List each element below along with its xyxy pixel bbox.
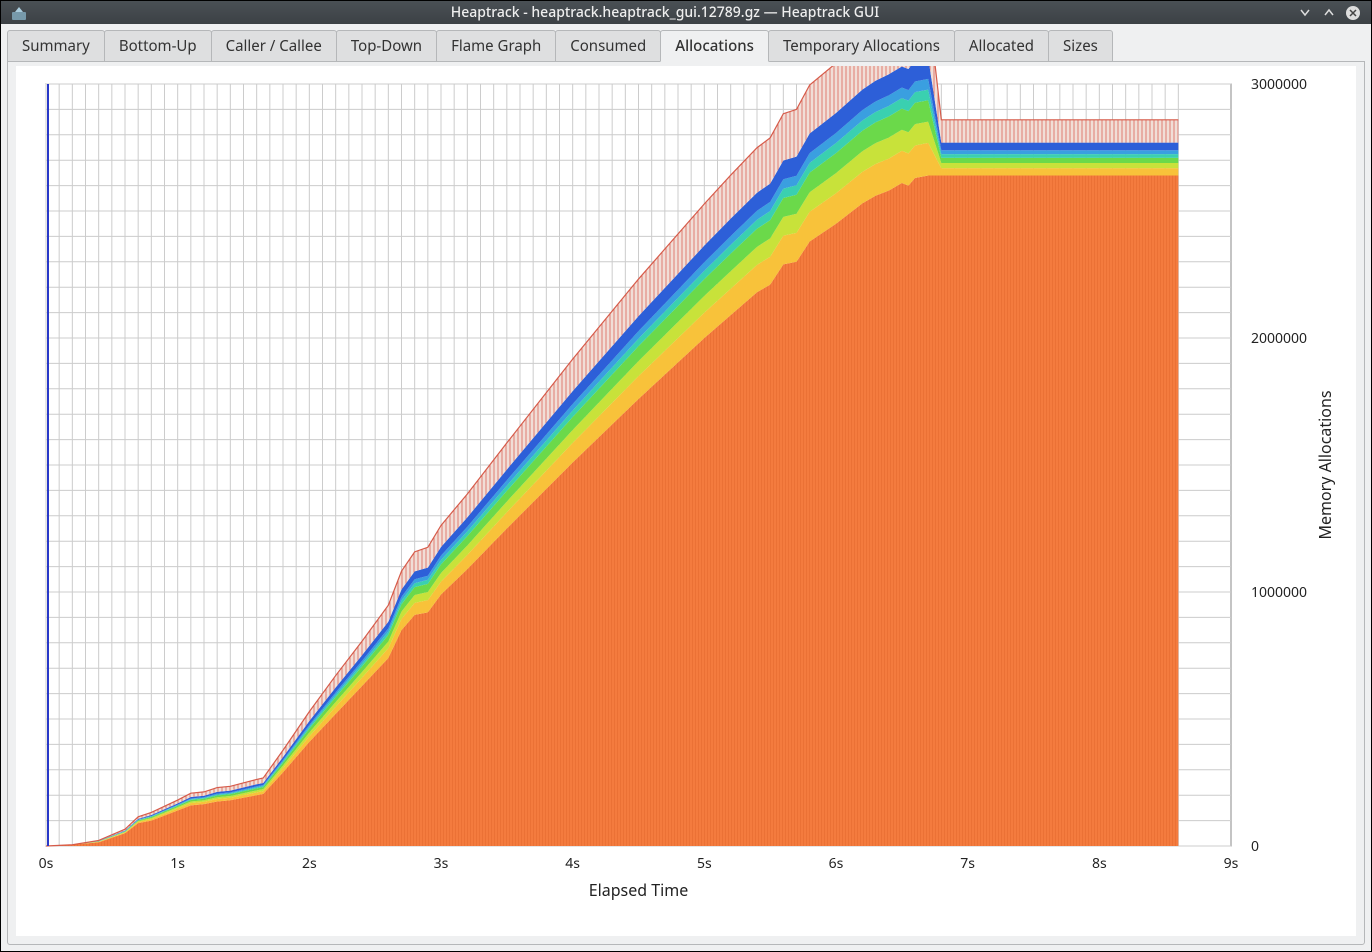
svg-text:5s: 5s bbox=[697, 854, 712, 873]
chart-pane[interactable]: 0s 1s 2s 3s 4s 5s 6s 7s 8s 9s 0 1000000 2000000 30000… bbox=[16, 66, 1356, 936]
tab-flame-graph[interactable]: Flame Graph bbox=[436, 30, 556, 62]
tab-sizes[interactable]: Sizes bbox=[1048, 30, 1113, 62]
svg-text:3000000: 3000000 bbox=[1251, 75, 1307, 94]
close-button[interactable] bbox=[1345, 5, 1361, 21]
tab-consumed[interactable]: Consumed bbox=[555, 30, 661, 62]
svg-text:8s: 8s bbox=[1092, 854, 1107, 873]
tab-caller-callee[interactable]: Caller / Callee bbox=[211, 30, 337, 62]
titlebar[interactable]: Heaptrack - heaptrack.heaptrack_gui.1278… bbox=[1, 1, 1371, 24]
svg-text:Memory Allocations: Memory Allocations bbox=[1314, 390, 1336, 539]
svg-text:2s: 2s bbox=[302, 854, 317, 873]
svg-text:3s: 3s bbox=[434, 854, 449, 873]
tab-allocations[interactable]: Allocations bbox=[660, 30, 769, 62]
tab-temporary-allocations[interactable]: Temporary Allocations bbox=[768, 30, 955, 62]
svg-text:1s: 1s bbox=[170, 854, 185, 873]
tab-bottom-up[interactable]: Bottom-Up bbox=[104, 30, 212, 62]
allocations-chart[interactable]: 0s 1s 2s 3s 4s 5s 6s 7s 8s 9s 0 1000000 2000000 30000… bbox=[16, 66, 1356, 936]
svg-text:0: 0 bbox=[1251, 837, 1259, 856]
svg-text:1000000: 1000000 bbox=[1251, 583, 1307, 602]
svg-text:Elapsed Time: Elapsed Time bbox=[589, 879, 689, 901]
tab-content: 0s 1s 2s 3s 4s 5s 6s 7s 8s 9s 0 1000000 2000000 30000… bbox=[7, 61, 1365, 945]
tab-allocated[interactable]: Allocated bbox=[954, 30, 1049, 62]
svg-text:7s: 7s bbox=[960, 854, 975, 873]
window-title: Heaptrack - heaptrack.heaptrack_gui.1278… bbox=[33, 3, 1297, 22]
svg-text:6s: 6s bbox=[829, 854, 844, 873]
minimize-button[interactable] bbox=[1297, 5, 1313, 21]
app-icon bbox=[11, 5, 27, 21]
svg-text:4s: 4s bbox=[565, 854, 580, 873]
maximize-button[interactable] bbox=[1321, 5, 1337, 21]
tab-summary[interactable]: Summary bbox=[7, 30, 105, 62]
svg-text:0s: 0s bbox=[39, 854, 54, 873]
svg-text:9s: 9s bbox=[1224, 854, 1239, 873]
svg-text:2000000: 2000000 bbox=[1251, 329, 1307, 348]
tab-bar: SummaryBottom-UpCaller / CalleeTop-DownF… bbox=[1, 24, 1371, 62]
tab-top-down[interactable]: Top-Down bbox=[336, 30, 437, 62]
